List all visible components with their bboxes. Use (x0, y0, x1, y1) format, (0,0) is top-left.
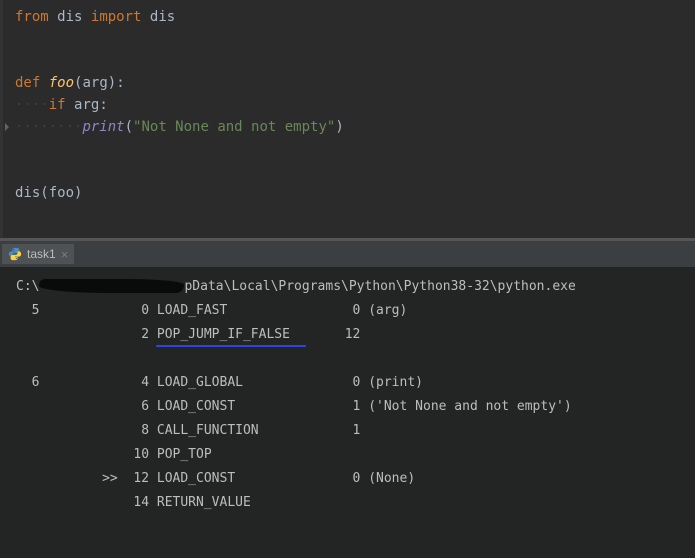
paren: ): (108, 75, 125, 91)
call-dis-arg: foo (49, 185, 74, 201)
code-line-blank (15, 160, 695, 182)
run-tab-task1[interactable]: task1 × (2, 244, 74, 264)
builtin-print: print (82, 119, 124, 135)
run-tab-bar: task1 × (0, 241, 695, 267)
code-line: ····if arg: (15, 94, 695, 116)
run-tool-window: task1 × C:\ pData\Local\Programs\Python\P… (0, 241, 695, 558)
indent-guide: ···· (15, 97, 49, 113)
code-line: def foo(arg): (15, 72, 695, 94)
keyword-import: import (91, 9, 142, 25)
function-name: foo (49, 75, 74, 91)
gutter-fold-icon[interactable] (5, 123, 9, 131)
dis-row: 6 4 LOAD_GLOBAL 0 (print) (16, 371, 683, 395)
call-dis: dis (15, 185, 40, 201)
code-line-blank (15, 50, 695, 72)
string-literal: "Not None and not empty" (133, 119, 335, 135)
import-dis: dis (150, 9, 175, 25)
dis-row: 8 CALL_FUNCTION 1 (16, 419, 683, 443)
dis-row: >> 12 LOAD_CONST 0 (None) (16, 467, 683, 491)
dis-row: 10 POP_TOP (16, 443, 683, 467)
dis-row: 6 LOAD_CONST 1 ('Not None and not empty'… (16, 395, 683, 419)
path-suffix: pData\Local\Programs\Python\Python38-32\… (184, 279, 575, 294)
keyword-if: if (49, 97, 66, 113)
indent-guide: ········ (15, 119, 82, 135)
code-line-blank (15, 138, 695, 160)
run-tab-label: task1 (27, 247, 56, 261)
dis-row: 14 RETURN_VALUE (16, 491, 683, 515)
close-icon[interactable]: × (61, 248, 69, 261)
dis-row: 2 POP_JUMP_IF_FALSE 12 (16, 323, 683, 347)
path-prefix: C:\ (16, 279, 39, 294)
output-path-line: C:\ pData\Local\Programs\Python\Python38-… (16, 275, 683, 299)
keyword-def: def (15, 75, 40, 91)
code-line: from dis import dis (15, 6, 695, 28)
code-line-blank (15, 28, 695, 50)
code-line: ········print("Not None and not empty") (15, 116, 695, 138)
code-line: dis(foo) (15, 182, 695, 204)
dis-row: 5 0 LOAD_FAST 0 (arg) (16, 299, 683, 323)
redacted-path (39, 279, 184, 293)
dis-row (16, 347, 683, 371)
code-editor[interactable]: from dis import dis def foo(arg): ····if… (0, 0, 695, 238)
console-output[interactable]: C:\ pData\Local\Programs\Python\Python38-… (0, 267, 695, 523)
param-arg: arg (82, 75, 107, 91)
keyword-from: from (15, 9, 49, 25)
if-cond: arg (74, 97, 99, 113)
python-icon (8, 247, 22, 261)
module-dis: dis (57, 9, 82, 25)
